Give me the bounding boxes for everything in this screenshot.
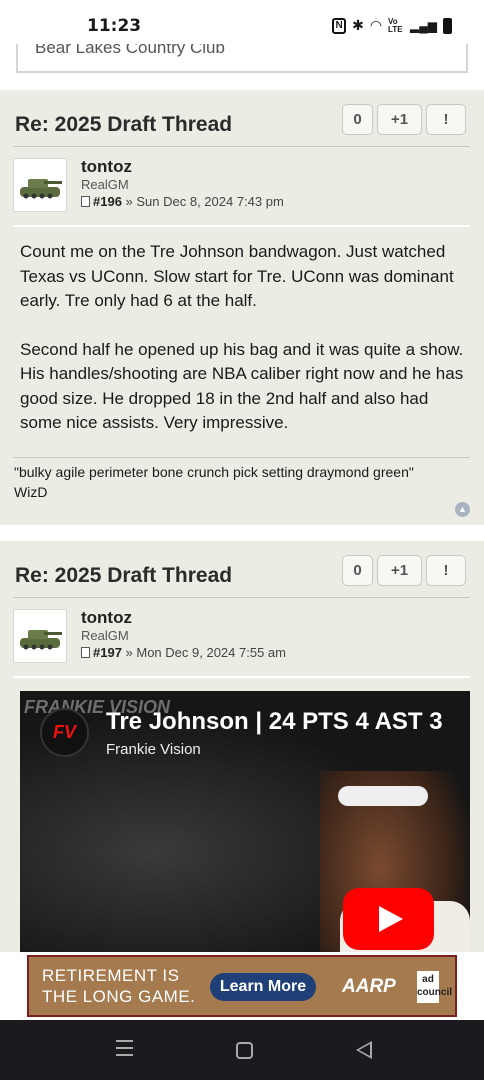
- back-to-top-icon[interactable]: ▲: [455, 502, 470, 517]
- author-rank: RealGM: [81, 628, 129, 643]
- report-button[interactable]: !: [426, 555, 466, 586]
- forum-page: Bear Lakes Country Club Re: 2025 Draft T…: [0, 44, 484, 1020]
- plus-one-button[interactable]: +1: [377, 555, 422, 586]
- recent-apps-icon[interactable]: [116, 1040, 136, 1060]
- video-channel[interactable]: Frankie Vision: [106, 741, 201, 758]
- avatar[interactable]: [13, 609, 67, 663]
- signature: "bulky agile perimeter bone crunch pick …: [14, 462, 464, 502]
- divider: [13, 225, 470, 227]
- previous-post-box: Bear Lakes Country Club: [16, 44, 468, 73]
- tank-icon: [20, 630, 62, 650]
- status-time: 11:23: [87, 16, 142, 36]
- author-rank: RealGM: [81, 177, 129, 192]
- post-body: Count me on the Tre Johnson bandwagon. J…: [20, 240, 468, 436]
- ad-headline-line: THE LONG GAME.: [42, 987, 196, 1006]
- ad-creative[interactable]: RETIREMENT IS THE LONG GAME. Learn More …: [27, 955, 457, 1017]
- post-date: » Mon Dec 9, 2024 7:55 am: [121, 645, 286, 660]
- report-button[interactable]: !: [426, 104, 466, 135]
- tank-icon: [20, 179, 62, 199]
- system-nav-bar: [0, 1020, 484, 1080]
- post-196: Re: 2025 Draft Thread 0 +1 ! tontoz Real…: [0, 90, 484, 525]
- back-icon[interactable]: [356, 1041, 372, 1059]
- signal-icon: ▂▄▆: [410, 18, 437, 33]
- video-thumbnail-headband: [338, 786, 428, 806]
- vote-count: 0: [342, 555, 373, 586]
- ad-headline: RETIREMENT IS THE LONG GAME.: [42, 965, 195, 1007]
- wifi-icon: ◠: [369, 17, 383, 33]
- status-bar: 11:23 N ✱ ◠ Vo LTE ▂▄▆: [0, 0, 484, 44]
- vote-count: 0: [342, 104, 373, 135]
- volte-icon: Vo LTE: [388, 16, 403, 34]
- plus-one-button[interactable]: +1: [377, 104, 422, 135]
- channel-logo[interactable]: FV: [40, 708, 89, 757]
- video-title[interactable]: Tre Johnson | 24 PTS 4 AST 3: [106, 708, 443, 736]
- post-meta: #197 » Mon Dec 9, 2024 7:55 am: [81, 645, 286, 660]
- post-author[interactable]: tontoz: [81, 608, 132, 628]
- divider: [13, 146, 470, 147]
- post-link-icon[interactable]: [81, 647, 90, 658]
- post-paragraph: Count me on the Tre Johnson bandwagon. J…: [20, 242, 454, 310]
- battery-icon: [443, 17, 452, 34]
- post-title[interactable]: Re: 2025 Draft Thread: [15, 113, 232, 137]
- post-author[interactable]: tontoz: [81, 157, 132, 177]
- aarp-logo: AARP: [342, 976, 396, 997]
- post-number[interactable]: #196: [93, 194, 122, 209]
- divider: [13, 597, 470, 598]
- signature-author: WizD: [14, 484, 48, 500]
- nfc-icon: N: [332, 17, 347, 34]
- avatar[interactable]: [13, 158, 67, 212]
- ad-headline-line: RETIREMENT IS: [42, 966, 180, 985]
- post-paragraph: Second half he opened up his bag and it …: [20, 339, 464, 433]
- play-button-icon[interactable]: [343, 888, 434, 950]
- divider: [13, 676, 470, 678]
- previous-post-text: Bear Lakes Country Club: [35, 44, 225, 57]
- ad-learn-more-button[interactable]: Learn More: [210, 973, 316, 1001]
- signature-quote: "bulky agile perimeter bone crunch pick …: [14, 464, 414, 480]
- ad-council-logo: ad council: [417, 971, 452, 1003]
- ad-banner[interactable]: RETIREMENT IS THE LONG GAME. Learn More …: [0, 952, 484, 1020]
- status-icons: N ✱ ◠ Vo LTE ▂▄▆: [332, 17, 452, 34]
- post-title[interactable]: Re: 2025 Draft Thread: [15, 564, 232, 588]
- home-icon[interactable]: [236, 1042, 253, 1059]
- post-number[interactable]: #197: [93, 645, 122, 660]
- bluetooth-icon: ✱: [352, 17, 364, 33]
- post-meta: #196 » Sun Dec 8, 2024 7:43 pm: [81, 194, 284, 209]
- post-date: » Sun Dec 8, 2024 7:43 pm: [121, 194, 284, 209]
- post-link-icon[interactable]: [81, 196, 90, 207]
- signature-divider: [13, 457, 470, 458]
